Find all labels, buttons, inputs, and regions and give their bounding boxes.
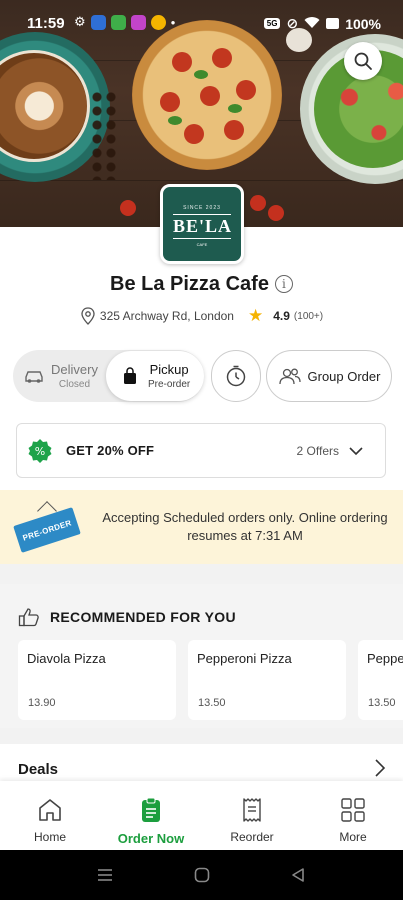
info-icon[interactable]: i — [274, 275, 293, 293]
menu-item-name: Peppe — [367, 651, 403, 666]
svg-text:%: % — [35, 445, 45, 458]
network-5g-icon: 5G — [263, 18, 281, 29]
receipt-icon — [243, 798, 261, 822]
menu-item-card[interactable]: Diavola Pizza 13.90 — [18, 640, 176, 720]
offer-title: GET 20% OFF — [66, 443, 155, 458]
recommended-header: RECOMMENDED FOR YOU — [18, 607, 236, 627]
bottom-navigation: Home Order Now Reorder More — [0, 781, 403, 850]
rating-count: (100+) — [293, 310, 324, 322]
section-divider — [0, 564, 403, 584]
menu-item-name: Pepperoni Pizza — [197, 651, 292, 666]
group-order-button[interactable]: Group Order — [266, 350, 392, 402]
thumbs-up-icon — [18, 608, 39, 627]
chrome-icon — [150, 14, 166, 30]
rating-value: 4.9 — [273, 309, 290, 323]
group-icon — [278, 368, 301, 385]
car-icon — [25, 371, 43, 383]
offer-count: 2 Offers — [296, 443, 339, 458]
delivery-option[interactable]: Delivery Closed — [13, 350, 109, 402]
menu-item-name: Diavola Pizza — [27, 651, 106, 666]
menu-item-price: 13.90 — [28, 697, 56, 709]
nav-order-now-label: Order Now — [117, 831, 185, 846]
shopping-bag-icon — [124, 367, 136, 384]
grid-more-icon — [341, 798, 365, 822]
offers-row[interactable]: % GET 20% OFF 2 Offers — [16, 423, 386, 478]
gear-icon: ⚙ — [74, 14, 86, 29]
menu-item-card[interactable]: Peppe 13.50 — [358, 640, 403, 720]
chevron-right-icon[interactable] — [374, 758, 386, 778]
location-pin-icon — [81, 307, 95, 325]
battery-saver-icon — [326, 18, 340, 29]
restaurant-address: 325 Archway Rd, London — [99, 309, 234, 323]
restaurant-title-row: Be La Pizza Cafe i — [0, 273, 403, 296]
logo-small-text: SINCE 2023 — [183, 205, 221, 211]
nav-more-label: More — [339, 830, 367, 844]
pickup-option[interactable]: Pickup Pre-order — [106, 351, 204, 401]
star-icon: ★ — [247, 306, 264, 325]
nav-reorder-label: Reorder — [230, 830, 274, 844]
back-icon[interactable] — [290, 867, 306, 883]
dot-icon: ● — [170, 17, 176, 27]
schedule-button[interactable] — [211, 350, 261, 402]
order-mode-toggle: Delivery Closed Pickup Pre-order — [13, 350, 204, 402]
group-order-label: Group Order — [307, 368, 381, 384]
system-navigation-bar — [0, 850, 403, 900]
status-time: 11:59 — [27, 15, 65, 32]
nav-home[interactable]: Home — [0, 781, 100, 850]
search-button[interactable] — [344, 42, 382, 80]
nav-home-label: Home — [33, 830, 66, 844]
battery-level: 100% — [345, 15, 381, 32]
delivery-status: Closed — [58, 379, 91, 390]
app-icon — [130, 14, 146, 30]
app-icon — [90, 14, 106, 30]
android-icon — [110, 14, 126, 30]
pickup-status: Pre-order — [148, 379, 191, 390]
search-icon — [354, 52, 372, 70]
recent-apps-icon[interactable] — [97, 867, 113, 883]
home-icon — [39, 799, 61, 821]
menu-item-price: 13.50 — [368, 697, 396, 709]
timer-icon — [226, 365, 246, 387]
nav-order-now[interactable]: Order Now — [101, 781, 201, 850]
status-bar: 11:59 ⚙ ● 5G ⊘ 100% — [0, 0, 403, 46]
section-divider — [0, 728, 403, 744]
notification-icons: ⚙ ● — [74, 14, 176, 30]
restaurant-meta: 325 Archway Rd, London ★ 4.9 (100+) — [0, 306, 403, 326]
nav-reorder[interactable]: Reorder — [202, 781, 302, 850]
order-clipboard-icon — [142, 797, 160, 822]
deals-heading[interactable]: Deals — [18, 761, 58, 778]
mute-icon: ⊘ — [286, 15, 299, 31]
menu-item-card[interactable]: Pepperoni Pizza 13.50 — [188, 640, 346, 720]
coffee-beans — [90, 90, 120, 180]
nav-more[interactable]: More — [303, 781, 403, 850]
restaurant-name: Be La Pizza Cafe — [110, 273, 269, 295]
logo-name: BE'LA — [173, 214, 231, 239]
menu-item-price: 13.50 — [198, 697, 226, 709]
wifi-icon — [304, 16, 320, 32]
discount-badge-icon: % — [28, 438, 52, 463]
recommended-title: RECOMMENDED FOR YOU — [50, 609, 236, 625]
banner-message: Accepting Scheduled orders only. Online … — [102, 510, 388, 543]
pickup-label: Pickup — [149, 362, 189, 377]
delivery-label: Delivery — [51, 362, 98, 377]
chevron-down-icon — [349, 447, 363, 456]
restaurant-logo: SINCE 2023 BE'LA CAFE — [160, 184, 244, 264]
logo-tiny-text: CAFE — [196, 242, 208, 247]
home-circle-icon[interactable] — [194, 867, 210, 883]
